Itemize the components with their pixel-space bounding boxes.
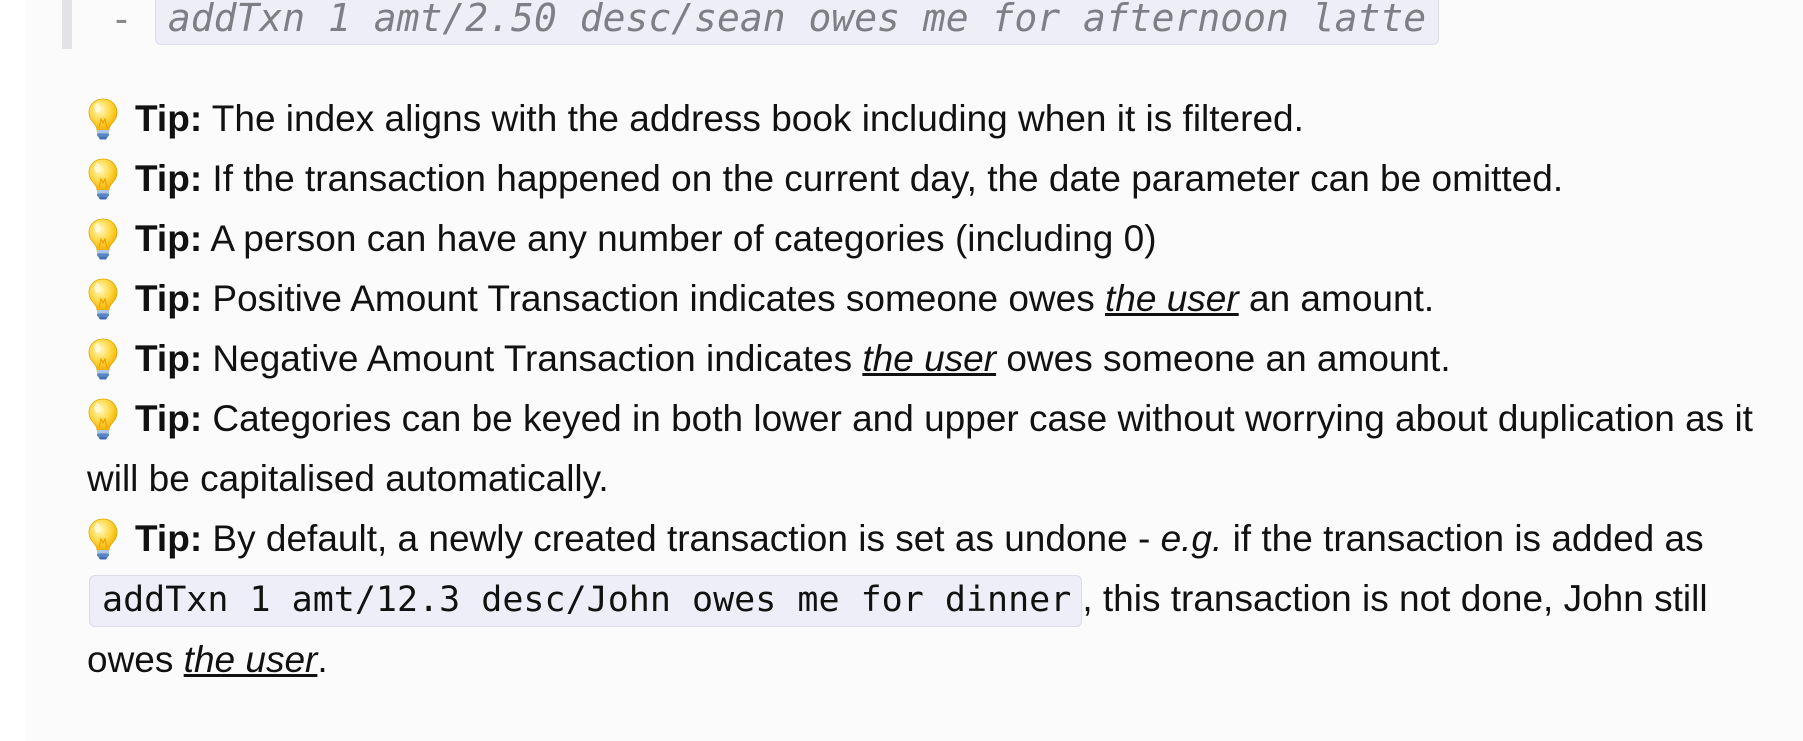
tip-text-middle: if the transaction is added as [1232, 518, 1704, 559]
lightbulb-icon [87, 397, 119, 441]
the-user-link[interactable]: the user [184, 639, 318, 680]
tip-label: Tip: [135, 398, 203, 439]
tip-label: Tip: [135, 518, 203, 559]
example-blockquote: - addTxn 1 amt/2.50 desc/sean owes me fo… [62, 0, 1440, 49]
tip-text: The index aligns with the address book i… [211, 98, 1304, 139]
tip-category-case: Tip: Categories can be keyed in both low… [87, 389, 1767, 509]
inline-command-code: addTxn 1 amt/12.3 desc/John owes me for … [89, 575, 1083, 627]
example-command-code: addTxn 1 amt/2.50 desc/sean owes me for … [154, 0, 1440, 45]
tip-text: By default, a newly created transaction … [212, 518, 1151, 559]
tip-text-end: owes someone an amount. [1006, 338, 1451, 379]
tip-categories-count: Tip: A person can have any number of cat… [87, 209, 1767, 269]
tip-positive-amount: Tip: Positive Amount Transaction indicat… [87, 269, 1767, 329]
tip-text-end: . [317, 639, 328, 680]
tip-label: Tip: [135, 338, 203, 379]
the-user-link[interactable]: the user [862, 338, 996, 379]
tip-label: Tip: [135, 218, 203, 259]
lightbulb-icon [87, 277, 119, 321]
tip-text-end: an amount. [1249, 278, 1435, 319]
tip-text: Categories can be keyed in both lower an… [87, 398, 1753, 499]
tips-list: Tip: The index aligns with the address b… [87, 89, 1767, 690]
lightbulb-icon [87, 97, 119, 141]
tip-index-alignment: Tip: The index aligns with the address b… [87, 89, 1767, 149]
tip-text: Negative Amount Transaction indicates [212, 338, 853, 379]
list-dash: - [110, 0, 133, 41]
tip-label: Tip: [135, 278, 203, 319]
tip-negative-amount: Tip: Negative Amount Transaction indicat… [87, 329, 1767, 389]
eg-abbreviation: e.g. [1160, 518, 1223, 559]
the-user-link[interactable]: the user [1105, 278, 1239, 319]
lightbulb-icon [87, 217, 119, 261]
tip-label: Tip: [135, 98, 203, 139]
tip-text: A person can have any number of categori… [210, 218, 1157, 259]
tip-text: If the transaction happened on the curre… [212, 158, 1564, 199]
lightbulb-icon [87, 337, 119, 381]
document-page: - addTxn 1 amt/2.50 desc/sean owes me fo… [25, 0, 1803, 741]
lightbulb-icon [87, 157, 119, 201]
tip-label: Tip: [135, 158, 203, 199]
tip-text: Positive Amount Transaction indicates so… [212, 278, 1095, 319]
tip-default-undone: Tip: By default, a newly created transac… [87, 509, 1767, 690]
lightbulb-icon [87, 517, 119, 561]
tip-date-omitted: Tip: If the transaction happened on the … [87, 149, 1767, 209]
